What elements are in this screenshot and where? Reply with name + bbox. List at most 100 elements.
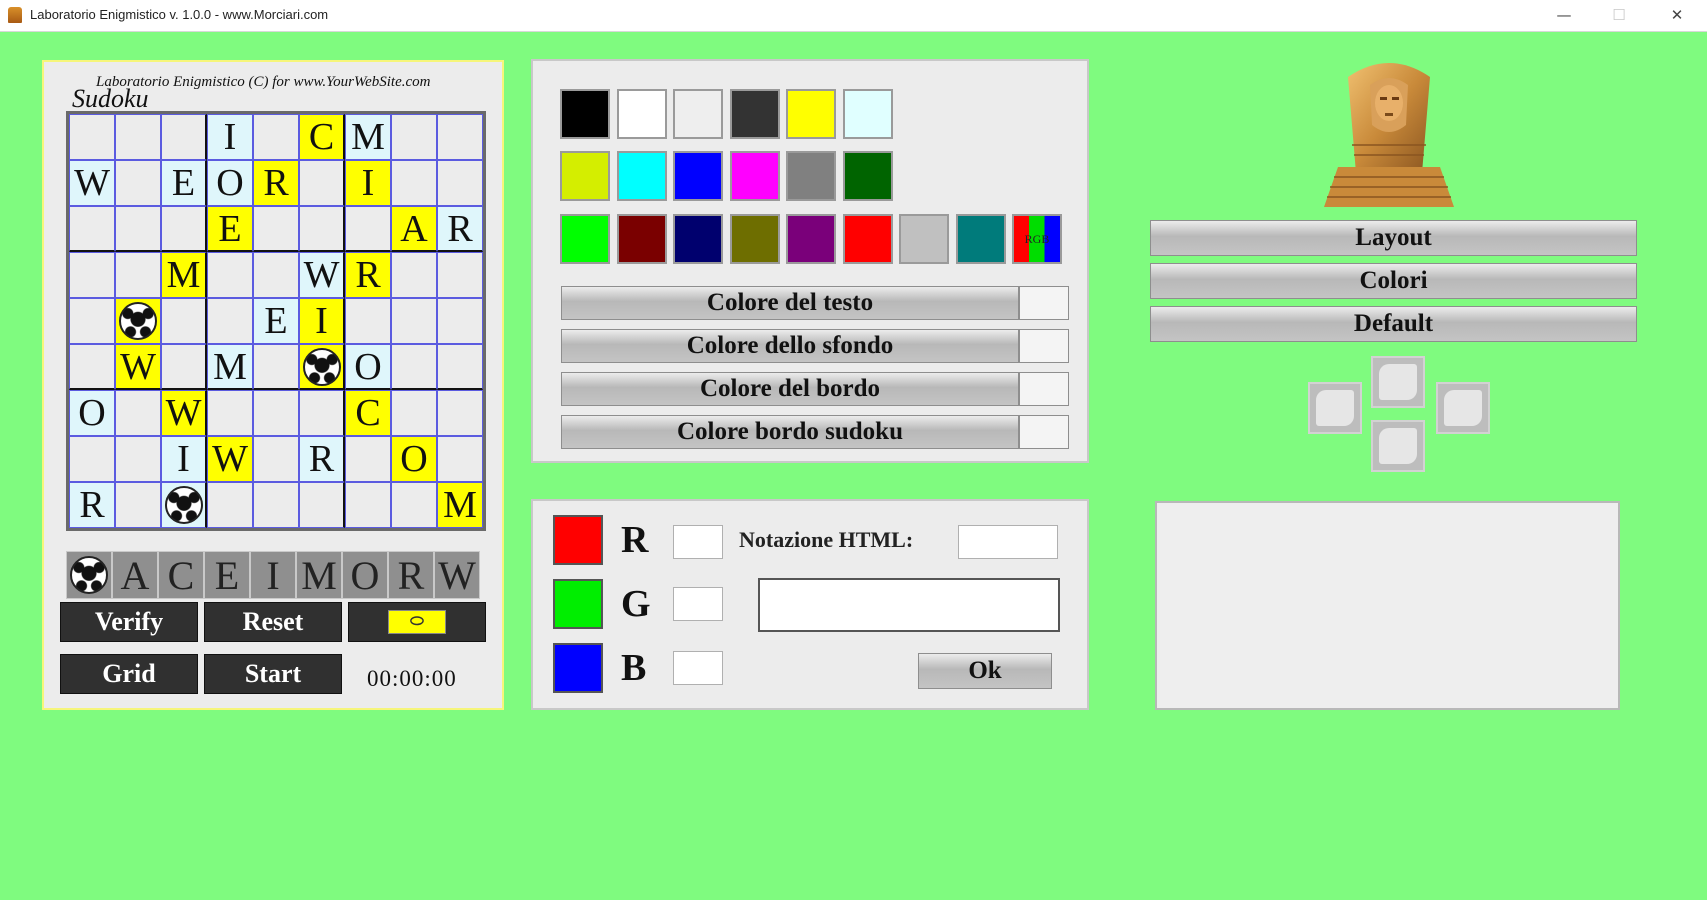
sudoku-cell[interactable]: I [161, 436, 207, 482]
sudoku-cell[interactable] [437, 344, 483, 390]
color-swatch[interactable] [899, 214, 949, 264]
close-button[interactable]: ✕ [1654, 0, 1700, 31]
symbol-button[interactable]: M [296, 551, 342, 599]
nav-right-button[interactable] [1436, 382, 1490, 434]
sudoku-cell[interactable]: O [391, 436, 437, 482]
color-swatch[interactable] [729, 214, 780, 264]
sudoku-cell[interactable] [207, 390, 253, 436]
sudoku-cell[interactable] [69, 252, 115, 298]
text-color-button[interactable]: Colore del testo [561, 286, 1019, 320]
sudoku-cell[interactable] [299, 206, 345, 252]
sudoku-cell[interactable] [253, 436, 299, 482]
sudoku-cell[interactable]: W [207, 436, 253, 482]
sudoku-cell[interactable] [253, 252, 299, 298]
sudoku-cell[interactable]: I [299, 298, 345, 344]
sudoku-cell[interactable]: R [69, 482, 115, 528]
sudoku-cell[interactable]: I [345, 160, 391, 206]
color-swatch[interactable] [786, 214, 836, 264]
border-color-button[interactable]: Colore del bordo [561, 372, 1019, 406]
start-button[interactable]: Start [204, 654, 342, 694]
red-value-input[interactable] [673, 525, 723, 559]
sudoku-cell[interactable] [69, 436, 115, 482]
sudoku-border-color-button[interactable]: Colore bordo sudoku [561, 415, 1019, 449]
grid-button[interactable]: Grid [60, 654, 198, 694]
sudoku-cell[interactable] [115, 252, 161, 298]
sudoku-cell[interactable]: E [161, 160, 207, 206]
verify-button[interactable]: Verify [60, 602, 198, 642]
color-swatch[interactable] [616, 151, 667, 201]
symbol-button[interactable]: O [342, 551, 388, 599]
sudoku-cell[interactable]: W [299, 252, 345, 298]
sudoku-cell[interactable] [253, 344, 299, 390]
sudoku-cell[interactable] [391, 390, 437, 436]
sudoku-cell[interactable] [391, 160, 437, 206]
sudoku-cell[interactable] [253, 206, 299, 252]
sudoku-cell[interactable]: A [391, 206, 437, 252]
sudoku-cell[interactable]: R [253, 160, 299, 206]
color-swatch[interactable] [786, 89, 836, 139]
sudoku-cell[interactable] [253, 482, 299, 528]
sudoku-cell[interactable] [207, 252, 253, 298]
sudoku-cell[interactable]: M [437, 482, 483, 528]
sudoku-cell[interactable] [115, 298, 161, 344]
html-notation-input[interactable] [958, 525, 1058, 559]
sudoku-cell[interactable] [299, 160, 345, 206]
sudoku-cell[interactable] [253, 390, 299, 436]
color-swatch[interactable] [673, 214, 723, 264]
sudoku-cell[interactable] [69, 298, 115, 344]
sudoku-cell[interactable]: R [345, 252, 391, 298]
sudoku-cell[interactable] [391, 252, 437, 298]
sudoku-cell[interactable] [253, 114, 299, 160]
color-swatch[interactable] [955, 214, 1006, 264]
color-swatch[interactable] [842, 89, 893, 139]
sudoku-cell[interactable] [115, 206, 161, 252]
sudoku-cell[interactable] [161, 206, 207, 252]
symbol-button[interactable]: C [158, 551, 204, 599]
color-swatch[interactable] [673, 89, 723, 139]
sudoku-cell[interactable]: O [345, 344, 391, 390]
sudoku-cell[interactable] [437, 436, 483, 482]
color-swatch[interactable] [560, 151, 610, 201]
color-swatch[interactable] [616, 89, 667, 139]
symbol-button[interactable]: A [112, 551, 158, 599]
colori-button[interactable]: Colori [1150, 263, 1637, 299]
sudoku-cell[interactable] [437, 160, 483, 206]
ok-button[interactable]: Ok [918, 653, 1052, 689]
background-color-button[interactable]: Colore dello sfondo [561, 329, 1019, 363]
nav-down-button[interactable] [1371, 420, 1425, 472]
sudoku-cell[interactable] [69, 206, 115, 252]
sudoku-cell[interactable]: M [345, 114, 391, 160]
sudoku-cell[interactable] [345, 436, 391, 482]
symbol-button[interactable]: W [434, 551, 480, 599]
sudoku-cell[interactable] [437, 390, 483, 436]
sudoku-cell[interactable] [115, 482, 161, 528]
color-swatch[interactable] [560, 214, 610, 264]
symbol-button[interactable]: R [388, 551, 434, 599]
green-value-input[interactable] [673, 587, 723, 621]
sudoku-cell[interactable] [391, 344, 437, 390]
color-swatch[interactable] [786, 151, 836, 201]
reset-button[interactable]: Reset [204, 602, 342, 642]
sudoku-cell[interactable] [299, 344, 345, 390]
sudoku-cell[interactable] [299, 390, 345, 436]
sudoku-cell[interactable]: R [437, 206, 483, 252]
sudoku-cell[interactable]: E [253, 298, 299, 344]
layout-button[interactable]: Layout [1150, 220, 1637, 256]
sudoku-cell[interactable] [437, 252, 483, 298]
custom-color-swatch[interactable]: RGB [1012, 214, 1062, 264]
color-swatch[interactable] [673, 151, 723, 201]
sudoku-cell[interactable]: C [299, 114, 345, 160]
color-swatch[interactable] [729, 89, 780, 139]
sudoku-cell[interactable] [391, 298, 437, 344]
sudoku-cell[interactable] [345, 206, 391, 252]
symbol-button[interactable]: I [250, 551, 296, 599]
blue-value-input[interactable] [673, 651, 723, 685]
sudoku-cell[interactable] [345, 482, 391, 528]
sudoku-cell[interactable] [207, 482, 253, 528]
nav-left-button[interactable] [1308, 382, 1362, 434]
sudoku-cell[interactable] [391, 482, 437, 528]
color-swatch[interactable] [842, 214, 893, 264]
default-button[interactable]: Default [1150, 306, 1637, 342]
sudoku-cell[interactable]: O [207, 160, 253, 206]
symbol-button[interactable]: E [204, 551, 250, 599]
